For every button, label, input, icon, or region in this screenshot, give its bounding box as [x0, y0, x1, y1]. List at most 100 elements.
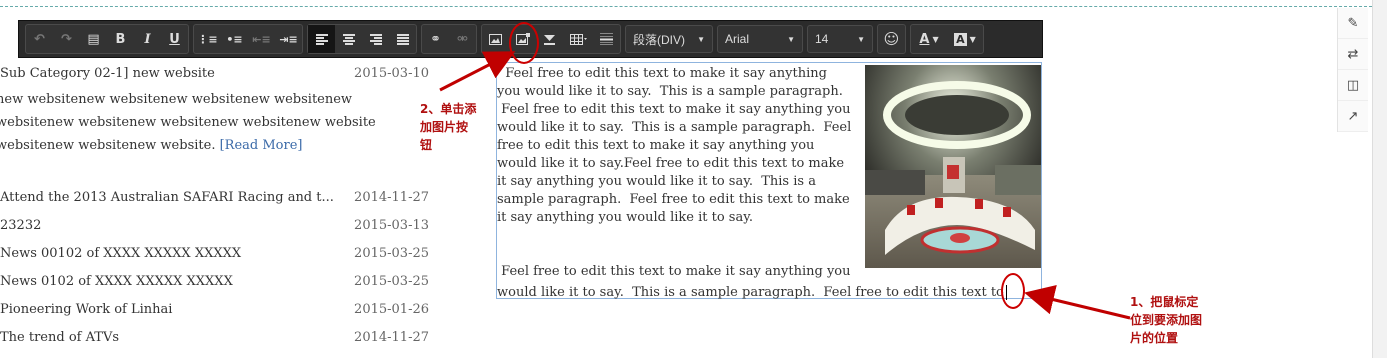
columns-icon[interactable]: ◫ [1338, 70, 1368, 101]
cursor-position-highlight [1001, 273, 1025, 309]
italic-icon[interactable]: I [134, 25, 161, 53]
editor-line: would like it to say. This is a sample p… [497, 120, 852, 135]
chevron-down-icon: ▼ [857, 34, 865, 44]
swap-icon[interactable]: ⇄ [1338, 39, 1368, 70]
editor-paragraph-1[interactable]: Feel free to edit this text to make it s… [497, 65, 857, 227]
list-item: Sub Category 02-1] new website 2015-03-1… [0, 66, 432, 88]
source-icon[interactable]: ▤ [80, 25, 107, 53]
news-date: 2014-11-27 [354, 190, 429, 205]
image-icon[interactable] [482, 25, 509, 53]
news-title[interactable]: News 0102 of XXXX XXXXX XXXXX [0, 274, 233, 289]
side-tools: ✎ ⇄ ◫ ↗ [1337, 8, 1368, 132]
summary-line: websitenew websitenew website. [Read Mor… [0, 134, 416, 157]
arrow-to-cursor [1024, 285, 1131, 320]
editor-line: Feel free to edit this text to make it s… [497, 102, 851, 117]
ordered-list-icon[interactable]: ⋮≡ [194, 25, 221, 53]
editor-line: you would like it to say. This is a samp… [497, 84, 843, 99]
news-title[interactable]: 23232 [0, 218, 41, 233]
news-title[interactable]: News 00102 of XXXX XXXXX XXXXX [0, 246, 241, 261]
background-color-icon[interactable]: A ▼ [947, 25, 983, 53]
emoji-icon[interactable]: ☺ [878, 25, 905, 53]
annotation-line: 1、把鼠标定 [1130, 295, 1199, 309]
indent-icon[interactable]: ⇥≡ [275, 25, 302, 53]
news-summary: new websitenew websitenew websitenew web… [0, 88, 416, 157]
editor-line: would like it to say. This is a sample p… [497, 282, 1037, 303]
align-right-icon[interactable] [362, 25, 389, 53]
summary-line: websitenew websitenew websitenew website… [0, 115, 376, 130]
link-icon[interactable]: ⚭ [422, 25, 449, 53]
annotation-line: 加图片按 [420, 120, 469, 134]
unordered-list-icon[interactable]: •≡ [221, 25, 248, 53]
annotation-line: 2、单击添 [420, 102, 477, 116]
chevron-down-icon: ▼ [697, 34, 705, 44]
editor-line-text: would like it to say. This is a sample p… [497, 285, 1004, 300]
list-item: The trend of ATVs 2014-11-27 [0, 330, 432, 352]
editor-line: would like it to say.Feel free to edit t… [497, 156, 845, 171]
underline-icon[interactable]: U [161, 25, 188, 53]
editor-line: Feel free to edit this text to make it s… [497, 66, 827, 81]
list-group: ⋮≡ •≡ ⇤≡ ⇥≡ [193, 24, 303, 54]
paragraph-format-select[interactable]: 段落(DIV) ▼ [625, 25, 713, 53]
insert-below-icon[interactable] [536, 25, 563, 53]
font-size-select[interactable]: 14 ▼ [807, 25, 873, 53]
list-item: Pioneering Work of Linhai 2015-01-26 [0, 302, 432, 324]
list-item: Attend the 2013 Australian SAFARI Racing… [0, 190, 432, 212]
redo-icon[interactable]: ↷ [53, 25, 80, 53]
image-button-highlight [509, 22, 539, 64]
news-date: 2015-03-10 [354, 66, 429, 81]
read-more-link[interactable]: [Read More] [220, 138, 303, 153]
page-scrollbar[interactable] [1372, 0, 1387, 358]
step1-annotation: 1、把鼠标定 位到要添加图 片的位置 [1130, 293, 1202, 347]
news-title[interactable]: Pioneering Work of Linhai [0, 302, 172, 317]
list-item: 23232 2015-03-13 [0, 218, 432, 240]
editor-paragraph-2[interactable]: Feel free to edit this text to make it s… [497, 261, 1037, 303]
unlink-icon[interactable]: ⚮ [449, 25, 476, 53]
font-size-label: 14 [815, 32, 829, 46]
link-group: ⚭ ⚮ [421, 24, 477, 54]
insert-group [481, 24, 621, 54]
align-left-icon[interactable] [308, 25, 335, 53]
chevron-down-icon: ▼ [787, 34, 795, 44]
bold-icon[interactable]: B [107, 25, 134, 53]
top-divider [0, 6, 1387, 7]
outdent-icon[interactable]: ⇤≡ [248, 25, 275, 53]
news-title[interactable]: Attend the 2013 Australian SAFARI Racing… [0, 190, 334, 205]
history-group: ↶ ↷ ▤ B I U [25, 24, 189, 54]
news-title[interactable]: Sub Category 02-1] new website [0, 66, 215, 81]
step2-annotation: 2、单击添 加图片按 钮 [420, 100, 476, 154]
horizontal-rule-icon[interactable] [593, 25, 620, 53]
align-center-icon[interactable] [335, 25, 362, 53]
table-icon[interactable] [563, 25, 593, 53]
undo-icon[interactable]: ↶ [26, 25, 53, 53]
font-family-select[interactable]: Arial ▼ [717, 25, 803, 53]
news-date: 2014-11-27 [354, 330, 429, 345]
inserted-photo[interactable] [865, 65, 1041, 268]
font-family-label: Arial [725, 32, 750, 46]
news-title[interactable]: The trend of ATVs [0, 330, 119, 345]
paragraph-format-label: 段落(DIV) [633, 32, 685, 47]
list-item: News 0102 of XXXX XXXXX XXXXX 2015-03-25 [0, 274, 432, 296]
summary-text: websitenew websitenew website. [0, 138, 216, 153]
font-color-icon[interactable]: A ▼ [911, 25, 947, 53]
align-group [307, 24, 417, 54]
justify-icon[interactable] [389, 25, 416, 53]
editor-line: sample paragraph. Feel free to edit this… [497, 192, 850, 207]
editor-line: it say anything you would like it to say… [497, 174, 816, 189]
external-link-icon[interactable]: ↗ [1338, 101, 1368, 132]
news-date: 2015-01-26 [354, 302, 429, 317]
annotation-line: 位到要添加图 [1130, 313, 1203, 327]
editor-line: Feel free to edit this text to make it s… [497, 264, 851, 279]
edit-icon[interactable]: ✎ [1338, 8, 1368, 39]
rich-text-editor[interactable]: Feel free to edit this text to make it s… [496, 62, 1042, 300]
emoji-group: ☺ [877, 24, 906, 54]
news-date: 2015-03-25 [354, 246, 429, 261]
color-group: A ▼ A ▼ [910, 24, 984, 54]
news-date: 2015-03-25 [354, 274, 429, 289]
news-date: 2015-03-13 [354, 218, 429, 233]
editor-line: it say anything you would like it to say… [497, 210, 753, 225]
list-item: News 00102 of XXXX XXXXX XXXXX 2015-03-2… [0, 246, 432, 268]
annotation-line: 钮 [420, 138, 433, 152]
summary-line: new websitenew websitenew websitenew web… [0, 92, 353, 107]
editor-line: free to edit this text to make it say an… [497, 138, 815, 153]
annotation-line: 片的位置 [1130, 331, 1179, 345]
